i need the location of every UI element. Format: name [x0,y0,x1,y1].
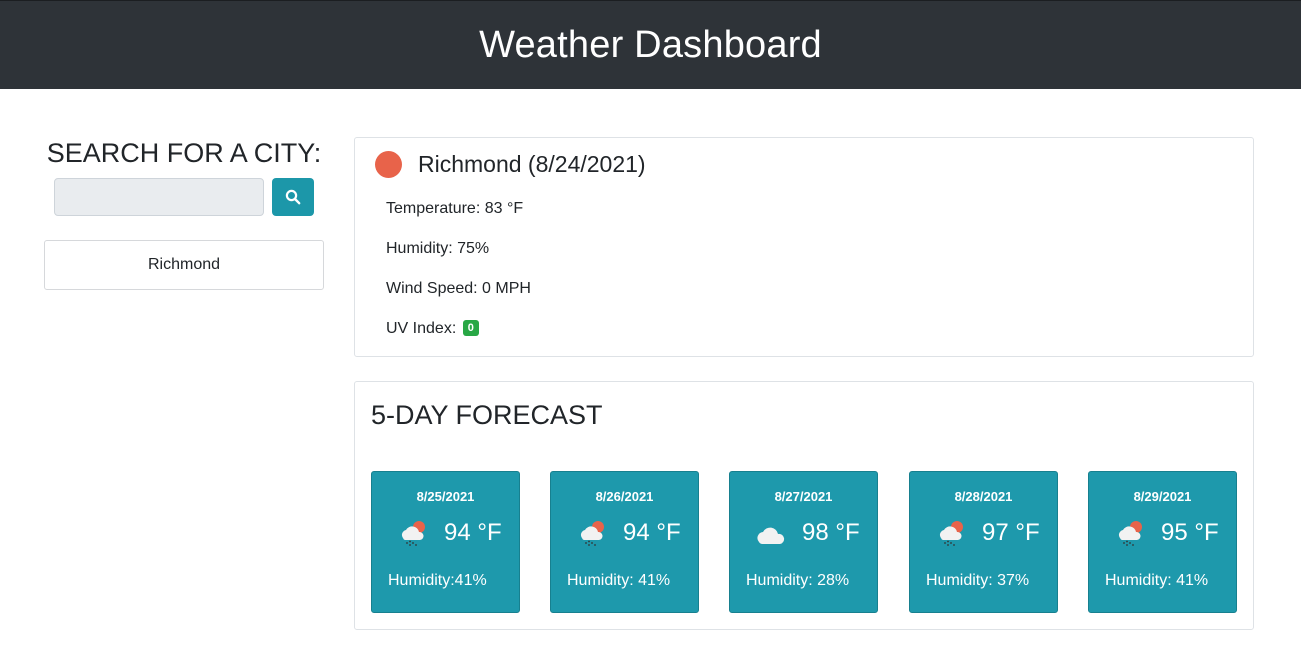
city-search-input[interactable] [54,178,264,216]
search-icon [285,189,301,205]
sun-icon [375,151,402,178]
search-button[interactable] [272,178,314,216]
forecast-day-card: 8/25/2021 94 °F Humidity:41% [371,471,520,613]
current-wind-speed: Wind Speed: 0 MPH [386,280,531,297]
forecast-day-card: 8/27/2021 98 °F Humidity: 28% [729,471,878,613]
forecast-humidity: Humidity: 41% [1105,572,1209,589]
uv-index-label: UV Index: [386,320,457,337]
forecast-card: 5-DAY FORECAST 8/25/2021 94 °F Humidity:… [354,381,1254,630]
forecast-temperature: 94 °F [444,519,502,546]
current-temperature: Temperature: 83 °F [386,200,524,217]
current-humidity: Humidity: 75% [386,240,490,257]
forecast-humidity: Humidity:41% [388,572,487,589]
current-uv-index: UV Index: 0 [386,320,479,338]
forecast-temperature: 95 °F [1161,519,1219,546]
forecast-temperature: 98 °F [802,519,860,546]
header-bar: Weather Dashboard [0,0,1301,89]
rain-sun-icon [939,521,963,546]
forecast-day-card: 8/26/2021 94 °F Humidity: 41% [550,471,699,613]
forecast-humidity: Humidity: 28% [746,572,850,589]
forecast-humidity: Humidity: 37% [926,572,1030,589]
uv-index-badge: 0 [462,320,479,336]
forecast-humidity: Humidity: 41% [567,572,671,589]
forecast-temperature: 94 °F [623,519,681,546]
cloud-icon [757,527,785,544]
current-weather-card: Richmond (8/24/2021) Temperature: 83 °F … [354,137,1254,357]
forecast-date: 8/28/2021 [954,489,1013,504]
current-city-title: Richmond (8/24/2021) [418,151,646,177]
forecast-temperature: 97 °F [982,519,1040,546]
forecast-date: 8/27/2021 [774,489,833,504]
forecast-date: 8/26/2021 [595,489,654,504]
rain-sun-icon [580,521,604,546]
page-title: Weather Dashboard [479,23,822,66]
search-heading: SEARCH FOR A CITY: [46,138,322,168]
rain-sun-icon [401,521,425,546]
rain-sun-icon [1118,521,1142,546]
forecast-heading: 5-DAY FORECAST [371,400,603,430]
forecast-date: 8/25/2021 [416,489,475,504]
history-city-button[interactable]: Richmond [44,240,324,290]
forecast-date: 8/29/2021 [1133,489,1192,504]
forecast-day-card: 8/28/2021 97 °F Humidity: 37% [909,471,1058,613]
forecast-day-card: 8/29/2021 95 °F Humidity: 41% [1088,471,1237,613]
